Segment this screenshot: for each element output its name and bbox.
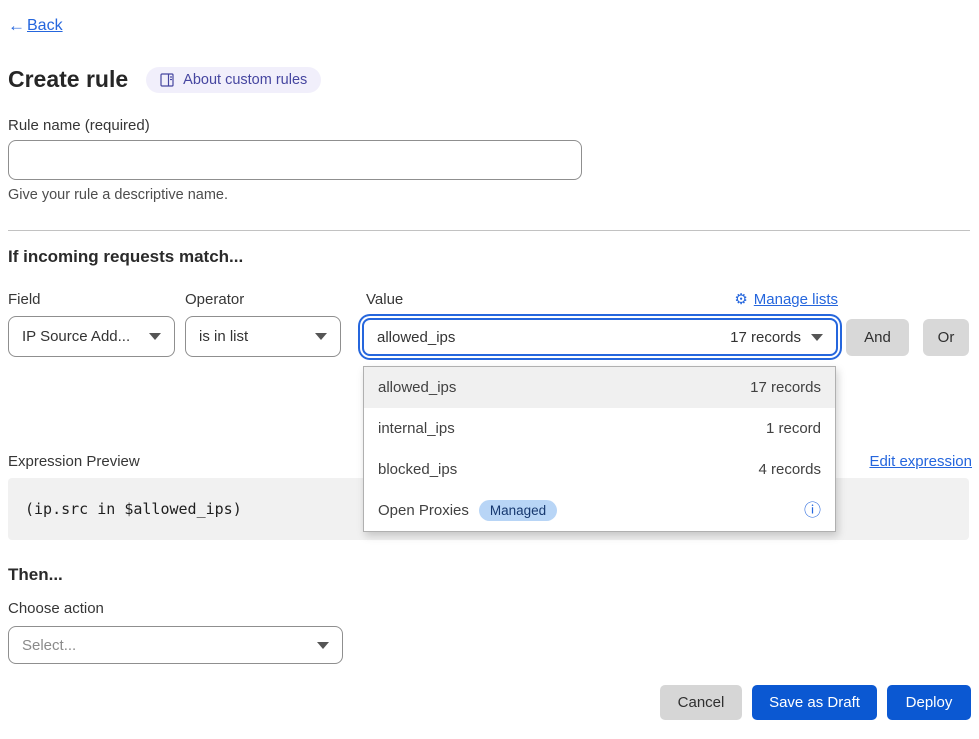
list-item-name: Open Proxies [378,502,469,519]
chevron-down-icon [149,333,161,340]
list-item-name: allowed_ips [378,379,456,396]
then-section-title: Then... [8,565,63,585]
value-label: Value [366,291,403,308]
value-label-row: Value ⚙ Manage lists [360,290,838,308]
book-icon [160,73,175,87]
or-button[interactable]: Or [923,319,969,356]
value-select-records: 17 records [730,329,801,346]
match-section-title: If incoming requests match... [8,247,243,267]
expression-code: (ip.src in $allowed_ips) [25,500,242,518]
info-icon[interactable]: ⓘ [804,502,821,519]
manage-lists-label: Manage lists [754,291,838,308]
save-as-draft-button[interactable]: Save as Draft [752,685,877,720]
rule-name-input[interactable] [8,140,582,180]
back-arrow-icon: ← [8,16,25,36]
list-item-blocked-ips[interactable]: blocked_ips 4 records [364,449,835,490]
field-select[interactable]: IP Source Add... [8,316,175,357]
managed-badge: Managed [479,500,557,521]
chevron-down-icon [811,334,823,341]
section-divider [8,230,970,231]
action-select-placeholder: Select... [22,637,76,654]
and-button[interactable]: And [846,319,909,356]
choose-action-label: Choose action [8,600,104,617]
gear-icon: ⚙ [734,290,747,308]
page-title: Create rule [8,66,128,93]
operator-select[interactable]: is in list [185,316,341,357]
chevron-down-icon [317,642,329,649]
field-select-value: IP Source Add... [22,328,130,345]
list-item-records: 17 records [750,379,821,396]
list-item-allowed-ips[interactable]: allowed_ips 17 records [364,367,835,408]
action-select[interactable]: Select... [8,626,343,664]
deploy-button[interactable]: Deploy [887,685,971,720]
about-custom-rules-link[interactable]: About custom rules [146,67,321,93]
chevron-down-icon [315,333,327,340]
operator-label: Operator [185,291,244,308]
value-select[interactable]: allowed_ips 17 records [362,318,838,356]
list-item-records: 1 record [766,420,821,437]
list-item-name: internal_ips [378,420,455,437]
about-badge-label: About custom rules [183,72,307,88]
list-item-name: blocked_ips [378,461,457,478]
value-select-selected: allowed_ips [377,329,455,346]
edit-expression-link[interactable]: Edit expression [869,453,972,470]
rule-name-helper: Give your rule a descriptive name. [8,187,228,203]
list-item-open-proxies[interactable]: Open Proxies Managed ⓘ [364,490,835,531]
list-item-internal-ips[interactable]: internal_ips 1 record [364,408,835,449]
manage-lists-link[interactable]: ⚙ Manage lists [734,290,838,308]
back-link[interactable]: ← Back [8,16,63,36]
operator-select-value: is in list [199,328,248,345]
title-row: Create rule About custom rules [8,66,321,93]
field-label: Field [8,291,41,308]
create-rule-page: ← Back Create rule About custom rules Ru… [0,0,979,739]
list-dropdown-panel: allowed_ips 17 records internal_ips 1 re… [363,366,836,532]
cancel-button[interactable]: Cancel [660,685,742,720]
list-item-records: 4 records [758,461,821,478]
back-link-label: Back [27,17,63,35]
rule-name-label: Rule name (required) [8,117,150,134]
expression-preview-label: Expression Preview [8,453,140,470]
